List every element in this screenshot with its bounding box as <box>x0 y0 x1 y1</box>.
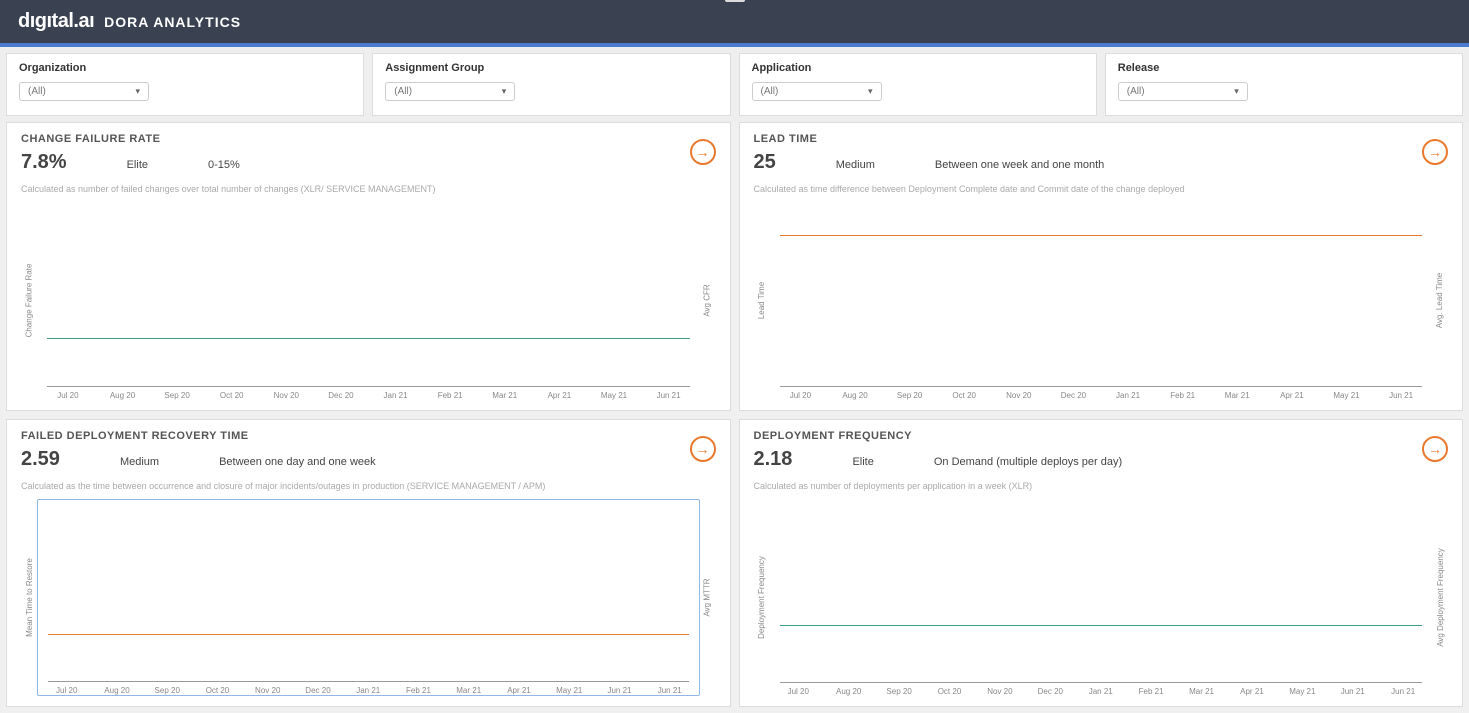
card-metrics: 7.8% Elite 0-15% <box>21 151 716 174</box>
card-metrics: 2.18 Elite On Demand (multiple deploys p… <box>754 448 1449 471</box>
release-select[interactable]: (All) ▾ <box>1118 82 1248 101</box>
filter-label: Organization <box>19 62 351 74</box>
filter-label: Assignment Group <box>385 62 717 74</box>
metric-value: 25 <box>754 151 776 174</box>
metric-value: 2.18 <box>754 448 793 471</box>
chart-bars <box>780 503 1423 684</box>
filter-application: Application (All) ▾ <box>739 53 1097 116</box>
chart-cfr: Change Failure Rate Jul 20Aug 20Sep 20Oc… <box>21 202 716 400</box>
assignment-group-select[interactable]: (All) ▾ <box>385 82 515 101</box>
card-title: LEAD TIME <box>754 133 1449 145</box>
x-axis-labels: Jul 20Aug 20Sep 20Oct 20Nov 20Dec 20Jan … <box>47 391 690 400</box>
arrow-right-icon: → <box>696 144 710 160</box>
y-axis-left-label: Change Failure Rate <box>25 264 34 338</box>
filter-organization: Organization (All) ▾ <box>6 53 364 116</box>
card-description: Calculated as the time between occurrenc… <box>21 481 716 491</box>
card-change-failure-rate: CHANGE FAILURE RATE 7.8% Elite 0-15% → C… <box>6 122 731 411</box>
y-axis-right-label: Avg Deployment Frequency <box>1436 548 1445 647</box>
metric-range: Between one day and one week <box>219 456 376 468</box>
metric-class: Elite <box>127 159 148 171</box>
chevron-down-icon: ▾ <box>868 86 873 97</box>
metric-range: On Demand (multiple deploys per day) <box>934 456 1122 468</box>
card-description: Calculated as number of failed changes o… <box>21 184 716 194</box>
filter-label: Release <box>1118 62 1450 74</box>
average-line <box>48 634 689 635</box>
card-title: DEPLOYMENT FREQUENCY <box>754 430 1449 442</box>
chevron-down-icon: ▾ <box>135 86 140 97</box>
metric-class: Medium <box>836 159 875 171</box>
chevron-down-icon: ▾ <box>1234 86 1239 97</box>
card-title: FAILED DEPLOYMENT RECOVERY TIME <box>21 430 716 442</box>
x-axis-labels: Jul 20Aug 20Sep 20Oct 20Nov 20Dec 20Jan … <box>48 686 689 695</box>
drill-down-button[interactable]: → <box>690 436 716 462</box>
average-line <box>780 235 1423 236</box>
chart-bars <box>47 206 690 387</box>
organization-select[interactable]: (All) ▾ <box>19 82 149 101</box>
application-select[interactable]: (All) ▾ <box>752 82 882 101</box>
card-description: Calculated as time difference between De… <box>754 184 1449 194</box>
page-title: DORA ANALYTICS <box>104 14 241 30</box>
header-bar: dıgıtal.aı DORA ANALYTICS <box>0 0 1469 47</box>
header-top-badge <box>725 0 745 2</box>
drill-down-button[interactable]: → <box>690 139 716 165</box>
metric-range: 0-15% <box>208 159 240 171</box>
metric-class: Elite <box>852 456 873 468</box>
card-metrics: 25 Medium Between one week and one month <box>754 151 1449 174</box>
y-axis-right-label: Avg CFR <box>703 285 712 317</box>
chart-lead: Lead Time Jul 20Aug 20Sep 20Oct 20Nov 20… <box>754 202 1449 400</box>
card-recovery-time: FAILED DEPLOYMENT RECOVERY TIME 2.59 Med… <box>6 419 731 708</box>
chart-freq: Deployment Frequency Jul 20Aug 20Sep 20O… <box>754 499 1449 697</box>
filter-label: Application <box>752 62 1084 74</box>
y-axis-left-label: Lead Time <box>757 282 766 319</box>
brand-logo: dıgıtal.aı <box>18 10 94 33</box>
filter-row: Organization (All) ▾ Assignment Group (A… <box>0 47 1469 122</box>
drill-down-button[interactable]: → <box>1422 436 1448 462</box>
average-line <box>780 625 1423 626</box>
charts-grid: CHANGE FAILURE RATE 7.8% Elite 0-15% → C… <box>0 122 1469 713</box>
card-deployment-frequency: DEPLOYMENT FREQUENCY 2.18 Elite On Deman… <box>739 419 1464 708</box>
card-lead-time: LEAD TIME 25 Medium Between one week and… <box>739 122 1464 411</box>
y-axis-right-label: Avg. Lead Time <box>1436 273 1445 328</box>
y-axis-right-label: Avg MTTR <box>703 578 712 616</box>
arrow-right-icon: → <box>696 441 710 457</box>
x-axis-labels: Jul 20Aug 20Sep 20Oct 20Nov 20Dec 20Jan … <box>780 391 1423 400</box>
chevron-down-icon: ▾ <box>502 86 507 97</box>
filter-release: Release (All) ▾ <box>1105 53 1463 116</box>
metric-range: Between one week and one month <box>935 159 1104 171</box>
card-title: CHANGE FAILURE RATE <box>21 133 716 145</box>
average-line <box>47 338 690 339</box>
metric-value: 7.8% <box>21 151 67 174</box>
chart-bars <box>780 206 1423 387</box>
card-description: Calculated as number of deployments per … <box>754 481 1449 491</box>
metric-class: Medium <box>120 456 159 468</box>
arrow-right-icon: → <box>1428 144 1442 160</box>
arrow-right-icon: → <box>1428 441 1442 457</box>
drill-down-button[interactable]: → <box>1422 139 1448 165</box>
x-axis-labels: Jul 20Aug 20Sep 20Oct 20Nov 20Dec 20Jan … <box>780 687 1423 696</box>
filter-assignment-group: Assignment Group (All) ▾ <box>372 53 730 116</box>
y-axis-left-label: Mean Time to Restore <box>25 558 34 637</box>
card-metrics: 2.59 Medium Between one day and one week <box>21 448 716 471</box>
chart-mttr: Mean Time to Restore Jul 20Aug 20Sep 20O… <box>21 499 716 697</box>
metric-value: 2.59 <box>21 448 60 471</box>
chart-bars <box>48 504 689 683</box>
y-axis-left-label: Deployment Frequency <box>757 556 766 639</box>
